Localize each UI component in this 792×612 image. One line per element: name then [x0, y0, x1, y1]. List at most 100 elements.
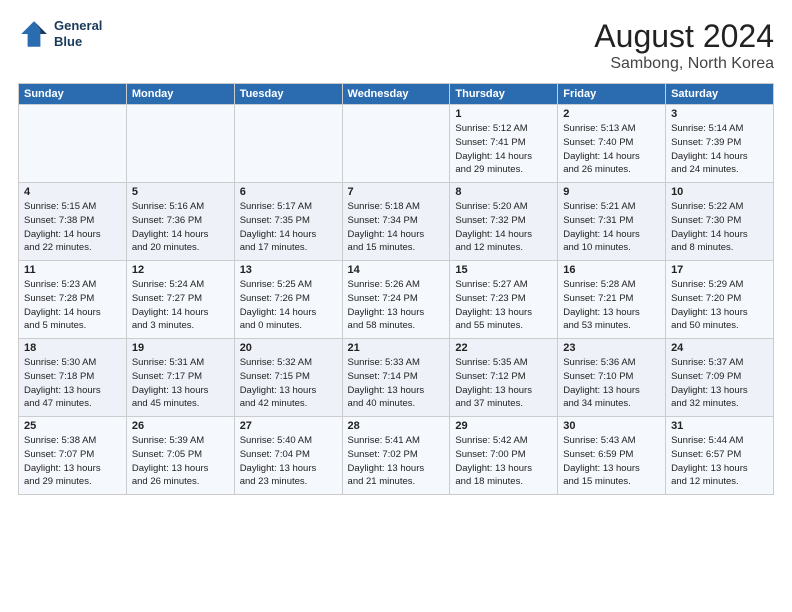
calendar-cell: 8 Sunrise: 5:20 AMSunset: 7:32 PMDaylight… — [450, 183, 558, 261]
cell-info: Sunrise: 5:13 AMSunset: 7:40 PMDaylight:… — [563, 122, 660, 177]
calendar-cell: 3 Sunrise: 5:14 AMSunset: 7:39 PMDaylight… — [666, 105, 774, 183]
cell-info: Sunrise: 5:29 AMSunset: 7:20 PMDaylight:… — [671, 278, 768, 333]
cell-info: Sunrise: 5:20 AMSunset: 7:32 PMDaylight:… — [455, 200, 552, 255]
calendar-cell: 23Sunrise: 5:36 AMSunset: 7:10 PMDayligh… — [558, 339, 666, 417]
day-number: 31 — [671, 420, 768, 432]
day-number: 5 — [132, 186, 229, 198]
calendar-cell: 21Sunrise: 5:33 AMSunset: 7:14 PMDayligh… — [342, 339, 450, 417]
day-number: 12 — [132, 264, 229, 276]
col-wednesday: Wednesday — [342, 84, 450, 105]
calendar-cell: 18Sunrise: 5:30 AMSunset: 7:18 PMDayligh… — [19, 339, 127, 417]
cell-info: Sunrise: 5:28 AMSunset: 7:21 PMDaylight:… — [563, 278, 660, 333]
day-number: 11 — [24, 264, 121, 276]
day-number: 20 — [240, 342, 337, 354]
calendar-cell: 11 Sunrise: 5:23 AMSunset: 7:28 PMDayligh… — [19, 261, 127, 339]
week-row-4: 18Sunrise: 5:30 AMSunset: 7:18 PMDayligh… — [19, 339, 774, 417]
day-number: 9 — [563, 186, 660, 198]
logo-icon — [18, 18, 50, 50]
cell-info: Sunrise: 5:31 AMSunset: 7:17 PMDaylight:… — [132, 356, 229, 411]
day-number: 3 — [671, 108, 768, 120]
day-number: 4 — [24, 186, 121, 198]
calendar-cell: 15Sunrise: 5:27 AMSunset: 7:23 PMDayligh… — [450, 261, 558, 339]
cell-info: Sunrise: 5:14 AMSunset: 7:39 PMDaylight:… — [671, 122, 768, 177]
col-sunday: Sunday — [19, 84, 127, 105]
calendar-cell — [234, 105, 342, 183]
calendar-cell: 10 Sunrise: 5:22 AMSunset: 7:30 PMDayligh… — [666, 183, 774, 261]
cell-info: Sunrise: 5:43 AMSunset: 6:59 PMDaylight:… — [563, 434, 660, 489]
cell-info: Sunrise: 5:35 AMSunset: 7:12 PMDaylight:… — [455, 356, 552, 411]
cell-info: Sunrise: 5:12 AMSunset: 7:41 PMDaylight:… — [455, 122, 552, 177]
calendar-cell: 2 Sunrise: 5:13 AMSunset: 7:40 PMDaylight… — [558, 105, 666, 183]
week-row-5: 25 Sunrise: 5:38 AMSunset: 7:07 PMDayligh… — [19, 417, 774, 495]
day-number: 25 — [24, 420, 121, 432]
page: General Blue August 2024 Sambong, North … — [0, 0, 792, 612]
calendar-cell — [126, 105, 234, 183]
day-number: 1 — [455, 108, 552, 120]
calendar-cell: 7 Sunrise: 5:18 AMSunset: 7:34 PMDaylight… — [342, 183, 450, 261]
day-number: 24 — [671, 342, 768, 354]
col-monday: Monday — [126, 84, 234, 105]
calendar-cell: 28 Sunrise: 5:41 AMSunset: 7:02 PMDayligh… — [342, 417, 450, 495]
calendar-cell: 17 Sunrise: 5:29 AMSunset: 7:20 PMDayligh… — [666, 261, 774, 339]
col-friday: Friday — [558, 84, 666, 105]
day-number: 7 — [348, 186, 445, 198]
cell-info: Sunrise: 5:17 AMSunset: 7:35 PMDaylight:… — [240, 200, 337, 255]
day-number: 15 — [455, 264, 552, 276]
cell-info: Sunrise: 5:40 AMSunset: 7:04 PMDaylight:… — [240, 434, 337, 489]
day-number: 14 — [348, 264, 445, 276]
day-number: 10 — [671, 186, 768, 198]
day-number: 6 — [240, 186, 337, 198]
calendar-cell: 24 Sunrise: 5:37 AMSunset: 7:09 PMDayligh… — [666, 339, 774, 417]
day-number: 29 — [455, 420, 552, 432]
cell-info: Sunrise: 5:24 AMSunset: 7:27 PMDaylight:… — [132, 278, 229, 333]
calendar-cell: 5Sunrise: 5:16 AMSunset: 7:36 PMDaylight… — [126, 183, 234, 261]
cell-info: Sunrise: 5:44 AMSunset: 6:57 PMDaylight:… — [671, 434, 768, 489]
day-number: 22 — [455, 342, 552, 354]
calendar-cell: 30 Sunrise: 5:43 AMSunset: 6:59 PMDayligh… — [558, 417, 666, 495]
cell-info: Sunrise: 5:41 AMSunset: 7:02 PMDaylight:… — [348, 434, 445, 489]
cell-info: Sunrise: 5:23 AMSunset: 7:28 PMDaylight:… — [24, 278, 121, 333]
calendar-cell: 12 Sunrise: 5:24 AMSunset: 7:27 PMDayligh… — [126, 261, 234, 339]
col-thursday: Thursday — [450, 84, 558, 105]
calendar-cell: 25 Sunrise: 5:38 AMSunset: 7:07 PMDayligh… — [19, 417, 127, 495]
day-number: 26 — [132, 420, 229, 432]
calendar-cell: 26 Sunrise: 5:39 AMSunset: 7:05 PMDayligh… — [126, 417, 234, 495]
calendar-table: Sunday Monday Tuesday Wednesday Thursday… — [18, 83, 774, 495]
cell-info: Sunrise: 5:42 AMSunset: 7:00 PMDaylight:… — [455, 434, 552, 489]
calendar-cell: 4 Sunrise: 5:15 AMSunset: 7:38 PMDaylight… — [19, 183, 127, 261]
day-number: 19 — [132, 342, 229, 354]
cell-info: Sunrise: 5:37 AMSunset: 7:09 PMDaylight:… — [671, 356, 768, 411]
subtitle: Sambong, North Korea — [594, 55, 774, 73]
day-number: 18 — [24, 342, 121, 354]
day-number: 17 — [671, 264, 768, 276]
cell-info: Sunrise: 5:39 AMSunset: 7:05 PMDaylight:… — [132, 434, 229, 489]
calendar-cell: 31 Sunrise: 5:44 AMSunset: 6:57 PMDayligh… — [666, 417, 774, 495]
cell-info: Sunrise: 5:38 AMSunset: 7:07 PMDaylight:… — [24, 434, 121, 489]
calendar-cell: 20Sunrise: 5:32 AMSunset: 7:15 PMDayligh… — [234, 339, 342, 417]
day-number: 2 — [563, 108, 660, 120]
calendar-cell: 22 Sunrise: 5:35 AMSunset: 7:12 PMDayligh… — [450, 339, 558, 417]
header-row: Sunday Monday Tuesday Wednesday Thursday… — [19, 84, 774, 105]
week-row-3: 11 Sunrise: 5:23 AMSunset: 7:28 PMDayligh… — [19, 261, 774, 339]
col-tuesday: Tuesday — [234, 84, 342, 105]
main-title: August 2024 — [594, 18, 774, 55]
cell-info: Sunrise: 5:18 AMSunset: 7:34 PMDaylight:… — [348, 200, 445, 255]
cell-info: Sunrise: 5:15 AMSunset: 7:38 PMDaylight:… — [24, 200, 121, 255]
calendar-cell — [19, 105, 127, 183]
calendar-cell: 6 Sunrise: 5:17 AMSunset: 7:35 PMDaylight… — [234, 183, 342, 261]
day-number: 16 — [563, 264, 660, 276]
calendar-cell: 14 Sunrise: 5:26 AMSunset: 7:24 PMDayligh… — [342, 261, 450, 339]
logo: General Blue — [18, 18, 102, 50]
day-number: 8 — [455, 186, 552, 198]
cell-info: Sunrise: 5:26 AMSunset: 7:24 PMDaylight:… — [348, 278, 445, 333]
day-number: 28 — [348, 420, 445, 432]
calendar-cell: 16 Sunrise: 5:28 AMSunset: 7:21 PMDayligh… — [558, 261, 666, 339]
day-number: 30 — [563, 420, 660, 432]
calendar-cell — [342, 105, 450, 183]
day-number: 27 — [240, 420, 337, 432]
calendar-cell: 1 Sunrise: 5:12 AMSunset: 7:41 PMDaylight… — [450, 105, 558, 183]
cell-info: Sunrise: 5:22 AMSunset: 7:30 PMDaylight:… — [671, 200, 768, 255]
title-block: August 2024 Sambong, North Korea — [594, 18, 774, 73]
calendar-cell: 27 Sunrise: 5:40 AMSunset: 7:04 PMDayligh… — [234, 417, 342, 495]
calendar-cell: 13Sunrise: 5:25 AMSunset: 7:26 PMDayligh… — [234, 261, 342, 339]
